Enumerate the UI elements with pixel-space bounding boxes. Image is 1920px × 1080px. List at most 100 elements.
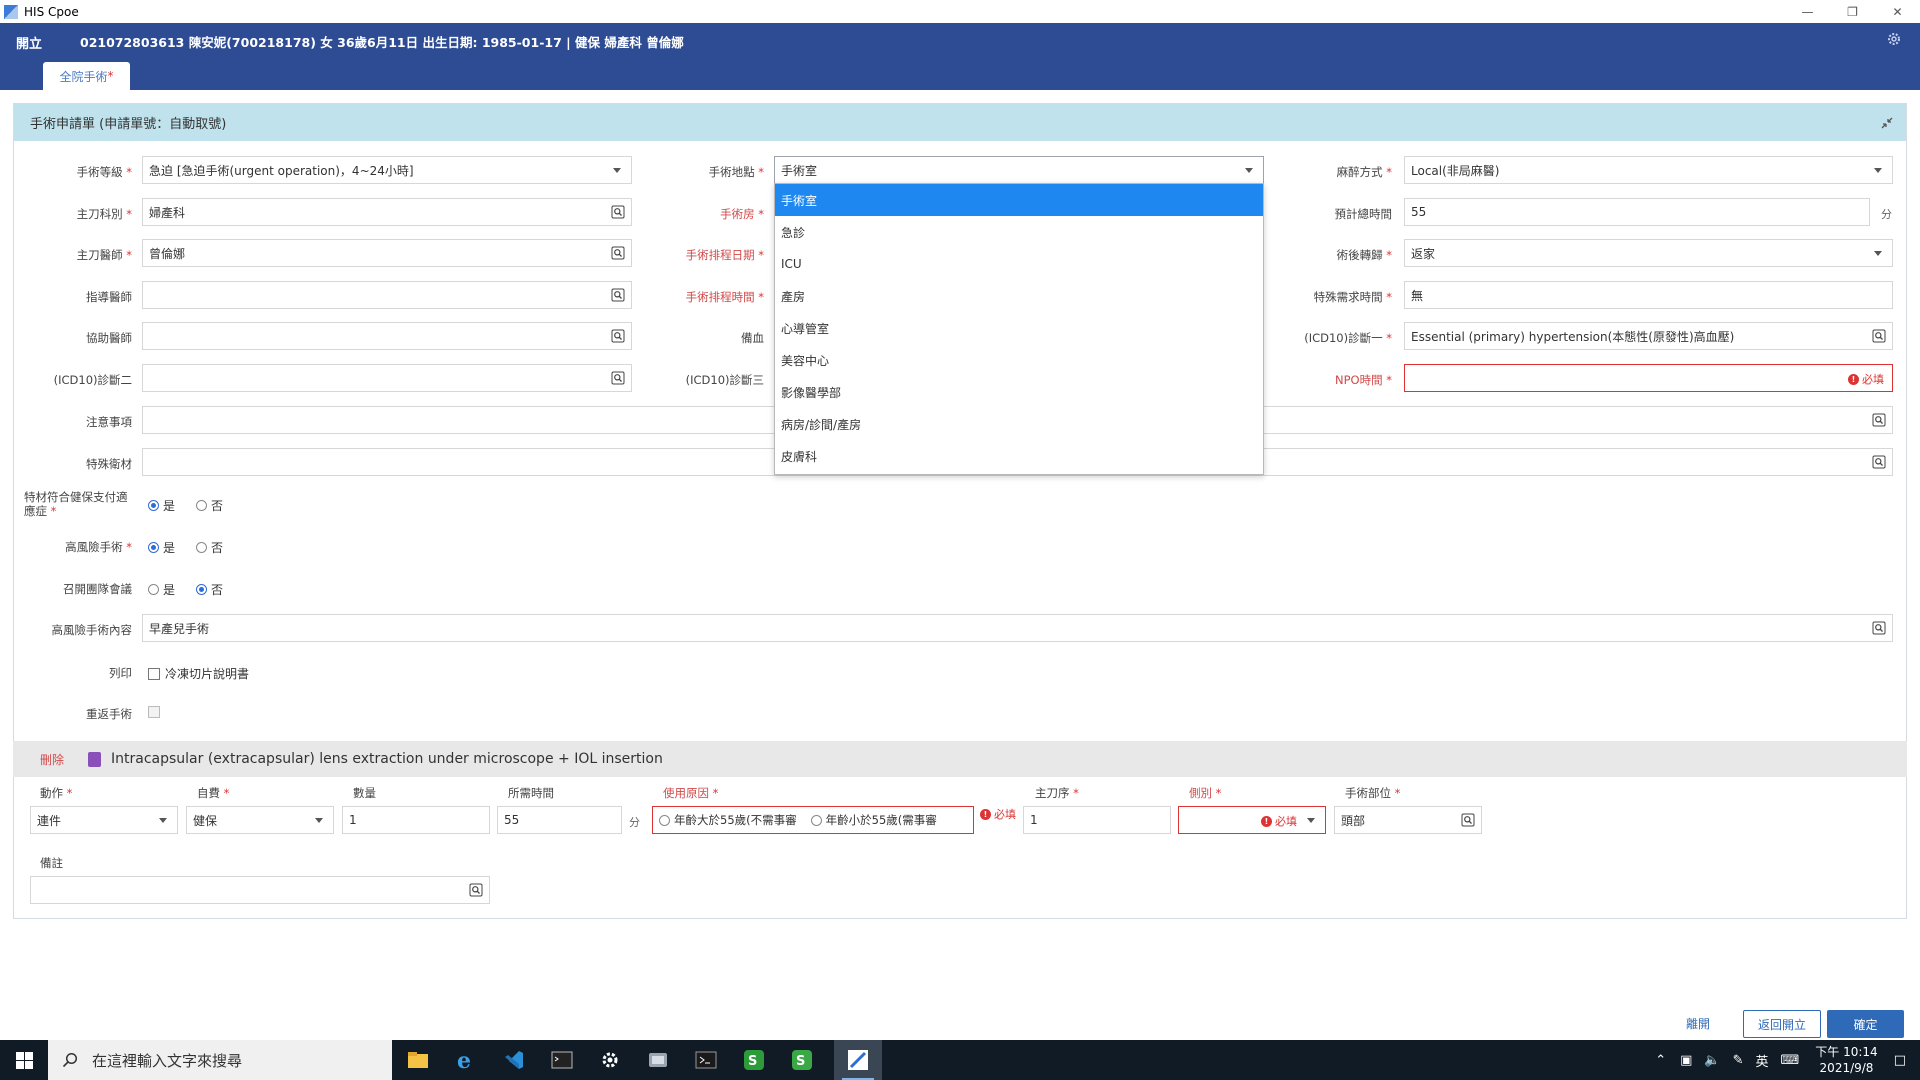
notes-label: 注意事項: [86, 415, 132, 429]
location-dropdown-list[interactable]: 手術室 急診 ICU 產房 心導管室 美容中心 影像醫學部 病房/診間/產房 皮膚科: [774, 183, 1264, 475]
file-explorer-icon[interactable]: [394, 1040, 442, 1080]
reason-over55-radio[interactable]: 年齡大於55歲(不需事審: [659, 812, 797, 828]
time-label: 所需時間: [508, 786, 554, 800]
est-time-field[interactable]: 55: [1404, 198, 1870, 226]
lookup-icon[interactable]: [611, 205, 625, 219]
main-dept-field[interactable]: 婦產科: [142, 198, 632, 226]
side-select[interactable]: ! 必填: [1178, 806, 1326, 834]
lookup-icon[interactable]: [1872, 621, 1886, 635]
npo-field[interactable]: ! 必填: [1404, 364, 1893, 392]
location-option[interactable]: 病房/診間/產房: [775, 408, 1263, 440]
delete-link[interactable]: 刪除: [40, 751, 64, 768]
notification-icon[interactable]: □: [1894, 1053, 1906, 1068]
reoperation-label: 重返手術: [86, 707, 132, 721]
taskbar-search-input[interactable]: 在這裡輸入文字來搜尋: [48, 1040, 392, 1080]
insurance-no-radio[interactable]: 否: [196, 497, 223, 514]
remark-field[interactable]: [30, 876, 490, 904]
reoperation-checkbox: [148, 706, 160, 718]
lookup-icon[interactable]: [611, 371, 625, 385]
lookup-icon[interactable]: [1872, 413, 1886, 427]
lookup-icon[interactable]: [469, 883, 483, 897]
anesthesia-select[interactable]: Local(非局麻醫): [1404, 156, 1893, 184]
location-select[interactable]: 手術室: [774, 156, 1264, 184]
pen-icon[interactable]: ✎: [1733, 1053, 1744, 1068]
back-to-order-button[interactable]: 返回開立: [1743, 1010, 1821, 1038]
error-icon: !: [1261, 815, 1272, 827]
book-icon: [88, 751, 102, 767]
collapse-icon[interactable]: [1880, 116, 1894, 130]
instructor-field[interactable]: [142, 281, 632, 309]
ime-indicator[interactable]: 英: [1756, 1051, 1769, 1070]
svg-text:S: S: [796, 1054, 805, 1069]
reason-under55-radio[interactable]: 年齡小於55歲(需事審: [810, 812, 937, 828]
confirm-button[interactable]: 確定: [1827, 1010, 1904, 1038]
app-icon-gray[interactable]: [634, 1040, 682, 1080]
icd2-field[interactable]: [142, 364, 632, 392]
reason-label: 使用原因 *: [663, 786, 719, 800]
vscode-icon[interactable]: [490, 1040, 538, 1080]
icd1-label: (ICD10)診斷一 *: [1304, 331, 1392, 345]
open-label[interactable]: 開立: [16, 33, 42, 52]
quantity-field[interactable]: 1: [342, 806, 490, 834]
high-risk-no-radio[interactable]: 否: [196, 539, 223, 556]
procedure-bar: 刪除 Intracapsular (extracapsular) lens ex…: [13, 741, 1907, 777]
main-doctor-field[interactable]: 曾倫娜: [142, 239, 632, 267]
green-app-icon-2[interactable]: S: [778, 1040, 826, 1080]
svg-text:e: e: [457, 1049, 471, 1071]
minimize-button[interactable]: —: [1785, 0, 1830, 23]
powershell-icon[interactable]: [682, 1040, 730, 1080]
high-risk-content-field[interactable]: 早產兒手術: [142, 614, 1893, 642]
settings-icon[interactable]: [586, 1040, 634, 1080]
lookup-icon[interactable]: [611, 288, 625, 302]
ie-browser-icon[interactable]: e: [442, 1040, 490, 1080]
side-label: 側別 *: [1189, 786, 1222, 800]
close-button[interactable]: ✕: [1875, 0, 1920, 23]
lookup-icon[interactable]: [1872, 455, 1886, 469]
icd1-field[interactable]: Essential (primary) hypertension(本態性(原發性…: [1404, 322, 1893, 350]
error-icon: !: [1848, 373, 1859, 385]
patient-header: 開立 021072803613 陳安妮(700218178) 女 36歲6月11…: [0, 23, 1920, 90]
site-field[interactable]: 頭部: [1334, 806, 1482, 834]
console-icon[interactable]: [538, 1040, 586, 1080]
his-cpoe-taskbar-icon[interactable]: [834, 1040, 882, 1080]
location-option[interactable]: 美容中心: [775, 344, 1263, 376]
location-option[interactable]: 皮膚科: [775, 440, 1263, 472]
action-select[interactable]: 連件: [30, 806, 178, 834]
location-option[interactable]: 心導管室: [775, 312, 1263, 344]
green-app-icon[interactable]: S: [730, 1040, 778, 1080]
lookup-icon[interactable]: [1461, 813, 1475, 827]
keyboard-icon[interactable]: ⌨: [1781, 1053, 1800, 1068]
frozen-section-checkbox[interactable]: 冷凍切片說明書: [148, 665, 249, 682]
restore-button[interactable]: ❐: [1830, 0, 1875, 23]
payment-select[interactable]: 健保: [186, 806, 334, 834]
main-order-field[interactable]: 1: [1023, 806, 1171, 834]
team-meeting-no-radio[interactable]: 否: [196, 581, 223, 598]
surgery-level-select[interactable]: 急迫 [急迫手術(urgent operation)，4~24小時]: [142, 156, 632, 184]
lookup-icon[interactable]: [611, 246, 625, 260]
lookup-icon[interactable]: [611, 329, 625, 343]
volume-icon[interactable]: 🔈: [1704, 1053, 1720, 1068]
required-note: ! 必填: [1261, 813, 1297, 829]
location-option[interactable]: 產房: [775, 280, 1263, 312]
special-time-field[interactable]: 無: [1404, 281, 1893, 309]
gear-icon[interactable]: [1886, 31, 1902, 47]
post-op-select[interactable]: 返家: [1404, 239, 1893, 267]
tab-all-surgery[interactable]: 全院手術 *: [43, 62, 130, 90]
quantity-label: 數量: [353, 786, 376, 800]
high-risk-yes-radio[interactable]: 是: [148, 539, 175, 556]
network-icon[interactable]: ▣: [1680, 1053, 1692, 1068]
lookup-icon[interactable]: [1872, 329, 1886, 343]
team-meeting-yes-radio[interactable]: 是: [148, 581, 175, 598]
location-option[interactable]: 急診: [775, 216, 1263, 248]
location-option[interactable]: 手術室: [775, 184, 1263, 216]
clock[interactable]: 下午 10:14 2021/9/8: [1815, 1044, 1877, 1076]
chevron-up-icon[interactable]: ⌃: [1655, 1053, 1666, 1068]
windows-start-icon[interactable]: [0, 1040, 48, 1080]
location-option[interactable]: 影像醫學部: [775, 376, 1263, 408]
action-label: 動作 *: [40, 786, 73, 800]
insurance-yes-radio[interactable]: 是: [148, 497, 175, 514]
location-option[interactable]: ICU: [775, 248, 1263, 280]
time-field[interactable]: 55: [497, 806, 622, 834]
assistant-field[interactable]: [142, 322, 632, 350]
leave-button[interactable]: 離開: [1686, 1015, 1710, 1032]
